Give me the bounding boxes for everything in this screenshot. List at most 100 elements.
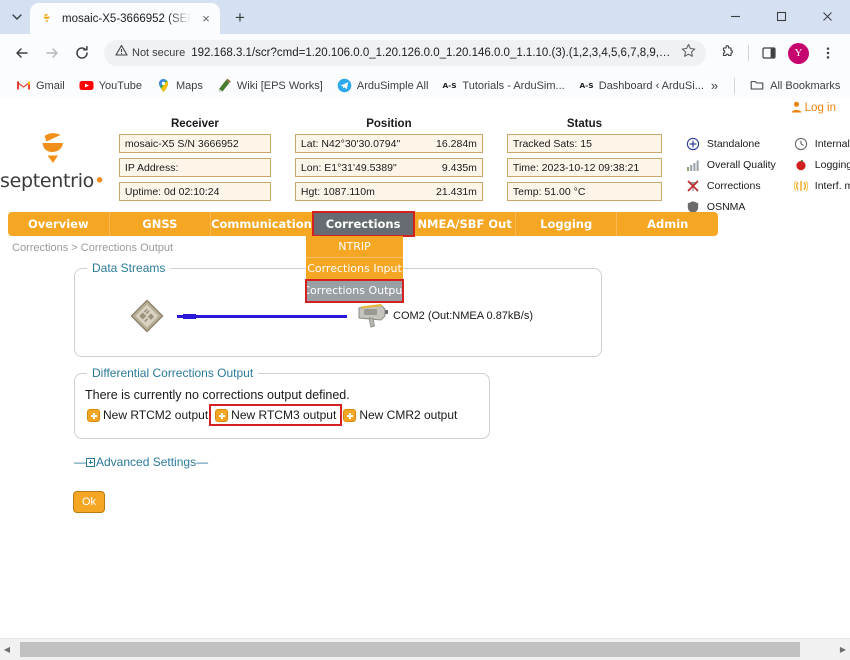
- profile-avatar[interactable]: Y: [788, 43, 809, 64]
- bookmarks-bar: Gmail YouTube Maps Wiki [EPS Works] Ardu: [0, 72, 850, 100]
- side-panel-icon[interactable]: [755, 39, 783, 67]
- nav-item-gnss[interactable]: GNSS: [110, 212, 212, 236]
- septentrio-logo-mark: [32, 128, 72, 172]
- forward-icon[interactable]: [38, 39, 66, 67]
- tracked-sats-field: Tracked Sats: 15: [507, 134, 662, 153]
- all-bookmarks-button[interactable]: All Bookmarks: [743, 75, 847, 96]
- indicator-logging: Logging: [794, 158, 850, 172]
- login-row: Log in: [0, 98, 850, 116]
- position-column: Position Lat: N42°30'30.0794" 16.284m Lo…: [295, 118, 483, 208]
- main-navigation-wrapper: Overview GNSS Communication Corrections …: [0, 212, 850, 236]
- new-cmr2-output-button[interactable]: New CMR2 output: [341, 406, 459, 424]
- bookmark-label: Maps: [176, 80, 203, 92]
- address-bar[interactable]: Not secure 192.168.3.1/scr?cmd=1.20.106.…: [104, 40, 706, 66]
- bookmark-ardusimple-all[interactable]: ArduSimple All: [330, 75, 436, 96]
- indicator-standalone: Standalone: [686, 137, 776, 151]
- scrollbar-track[interactable]: [14, 639, 836, 660]
- nav-item-nmea-sbf-out[interactable]: NMEA/SBF Out: [414, 212, 516, 236]
- dropdown-item-ntrip[interactable]: NTRIP: [306, 236, 403, 258]
- kebab-menu-icon[interactable]: [814, 39, 842, 67]
- nav-item-logging[interactable]: Logging: [516, 212, 618, 236]
- nav-item-overview[interactable]: Overview: [8, 212, 110, 236]
- bookmark-youtube[interactable]: YouTube: [72, 75, 149, 96]
- logging-record-icon: [794, 158, 808, 172]
- receiver-header: septentrio• Receiver mosaic-X5 S/N 36669…: [0, 116, 850, 208]
- tab-title: mosaic-X5-3666952 (SEPT) - S: [62, 13, 191, 25]
- extensions-puzzle-icon[interactable]: [714, 39, 742, 67]
- bookmark-label: Tutorials - ArduSim...: [462, 80, 564, 92]
- nav-item-admin[interactable]: Admin: [617, 212, 718, 236]
- logo-dot: •: [94, 170, 105, 192]
- new-output-actions: New RTCM2 output New RTCM3 output New CM…: [85, 406, 489, 424]
- back-icon[interactable]: [8, 39, 36, 67]
- close-window-button[interactable]: [804, 0, 850, 33]
- tab-close-icon[interactable]: ×: [198, 11, 214, 27]
- indicator-column-right: Internal Logging Interf. mitigated: [794, 137, 850, 208]
- bookmark-wiki[interactable]: Wiki [EPS Works]: [210, 75, 330, 96]
- indicator-internal-clock: Internal: [794, 137, 850, 151]
- indicator-interference: Interf. mitigated: [794, 179, 850, 193]
- field-value: 9.435m: [442, 162, 477, 174]
- bookmark-star-icon[interactable]: [681, 43, 697, 63]
- interference-icon: [794, 179, 808, 193]
- scroll-left-arrow-icon[interactable]: ◀: [0, 639, 14, 660]
- google-maps-icon: [156, 78, 171, 93]
- bookmarks-divider: [734, 78, 735, 94]
- differential-output-body: There is currently no corrections output…: [75, 374, 489, 424]
- wiki-icon: [217, 78, 232, 93]
- field-label: Tracked Sats: 15: [513, 138, 592, 150]
- septentrio-logo: septentrio•: [0, 118, 105, 208]
- septentrio-wordmark: septentrio•: [0, 170, 105, 192]
- security-label: Not secure: [132, 47, 185, 59]
- bookmark-gmail[interactable]: Gmail: [9, 75, 72, 96]
- horizontal-scrollbar[interactable]: ◀ ▶: [0, 638, 850, 660]
- new-tab-button[interactable]: +: [227, 5, 253, 31]
- advanced-settings-toggle[interactable]: — Advanced Settings —: [74, 455, 850, 469]
- reload-icon[interactable]: [68, 39, 96, 67]
- ok-button[interactable]: Ok: [73, 491, 105, 513]
- minimize-button[interactable]: [712, 0, 758, 33]
- plus-icon: [343, 409, 356, 422]
- expand-plus-icon[interactable]: [86, 458, 95, 467]
- dropdown-item-corrections-output[interactable]: Corrections Output: [306, 280, 403, 302]
- youtube-icon: [79, 78, 94, 93]
- ardusimple-icon: A-S: [442, 78, 457, 93]
- new-rtcm3-output-button[interactable]: New RTCM3 output: [211, 406, 340, 424]
- corrections-antenna-icon: [686, 179, 700, 193]
- advanced-settings-label: Advanced Settings: [96, 455, 196, 469]
- serial-port-icon[interactable]: [355, 302, 389, 330]
- status-columns: Receiver mosaic-X5 S/N 3666952 IP Addres…: [105, 118, 662, 208]
- maximize-button[interactable]: [758, 0, 804, 33]
- login-link[interactable]: Log in: [791, 101, 836, 116]
- clock-icon: [794, 137, 808, 151]
- url-text[interactable]: 192.168.3.1/scr?cmd=1.20.106.0.0_1.20.12…: [191, 47, 675, 59]
- differential-output-legend: Differential Corrections Output: [87, 366, 258, 380]
- gmail-icon: [16, 78, 31, 93]
- no-output-message: There is currently no corrections output…: [85, 388, 489, 402]
- nav-item-corrections[interactable]: Corrections: [313, 212, 415, 236]
- browser-tab[interactable]: mosaic-X5-3666952 (SEPT) - S ×: [30, 3, 220, 34]
- nav-item-communication[interactable]: Communication: [211, 212, 313, 236]
- bookmark-dashboard[interactable]: A-S Dashboard ‹ ArduSi...: [572, 75, 711, 96]
- column-title: Receiver: [119, 118, 271, 130]
- data-streams-legend: Data Streams: [87, 261, 170, 275]
- longitude-field: Lon: E1°31'49.5389" 9.435m: [295, 158, 483, 177]
- bookmarks-overflow-area: » All Bookmarks: [711, 75, 848, 96]
- bookmark-maps[interactable]: Maps: [149, 75, 210, 96]
- indicator-label: Internal: [815, 138, 850, 150]
- scroll-right-arrow-icon[interactable]: ▶: [836, 639, 850, 660]
- new-rtcm2-output-button[interactable]: New RTCM2 output: [85, 406, 210, 424]
- security-status[interactable]: Not secure: [115, 44, 185, 62]
- column-title: Status: [507, 118, 662, 130]
- scrollbar-thumb[interactable]: [20, 642, 800, 657]
- field-label: Uptime: 0d 02:10:24: [125, 186, 220, 198]
- user-icon: [791, 101, 802, 116]
- bookmark-tutorials[interactable]: A-S Tutorials - ArduSim...: [435, 75, 571, 96]
- dropdown-item-corrections-input[interactable]: Corrections Input: [306, 258, 403, 280]
- tab-search-chevron-icon[interactable]: [4, 3, 30, 31]
- web-page-content: Log in septentrio• Receiver: [0, 98, 850, 638]
- gnss-chip-icon[interactable]: [125, 299, 169, 333]
- plus-icon: [215, 409, 228, 422]
- bookmarks-overflow-button[interactable]: »: [711, 78, 726, 93]
- advanced-left-dash: —: [74, 455, 85, 469]
